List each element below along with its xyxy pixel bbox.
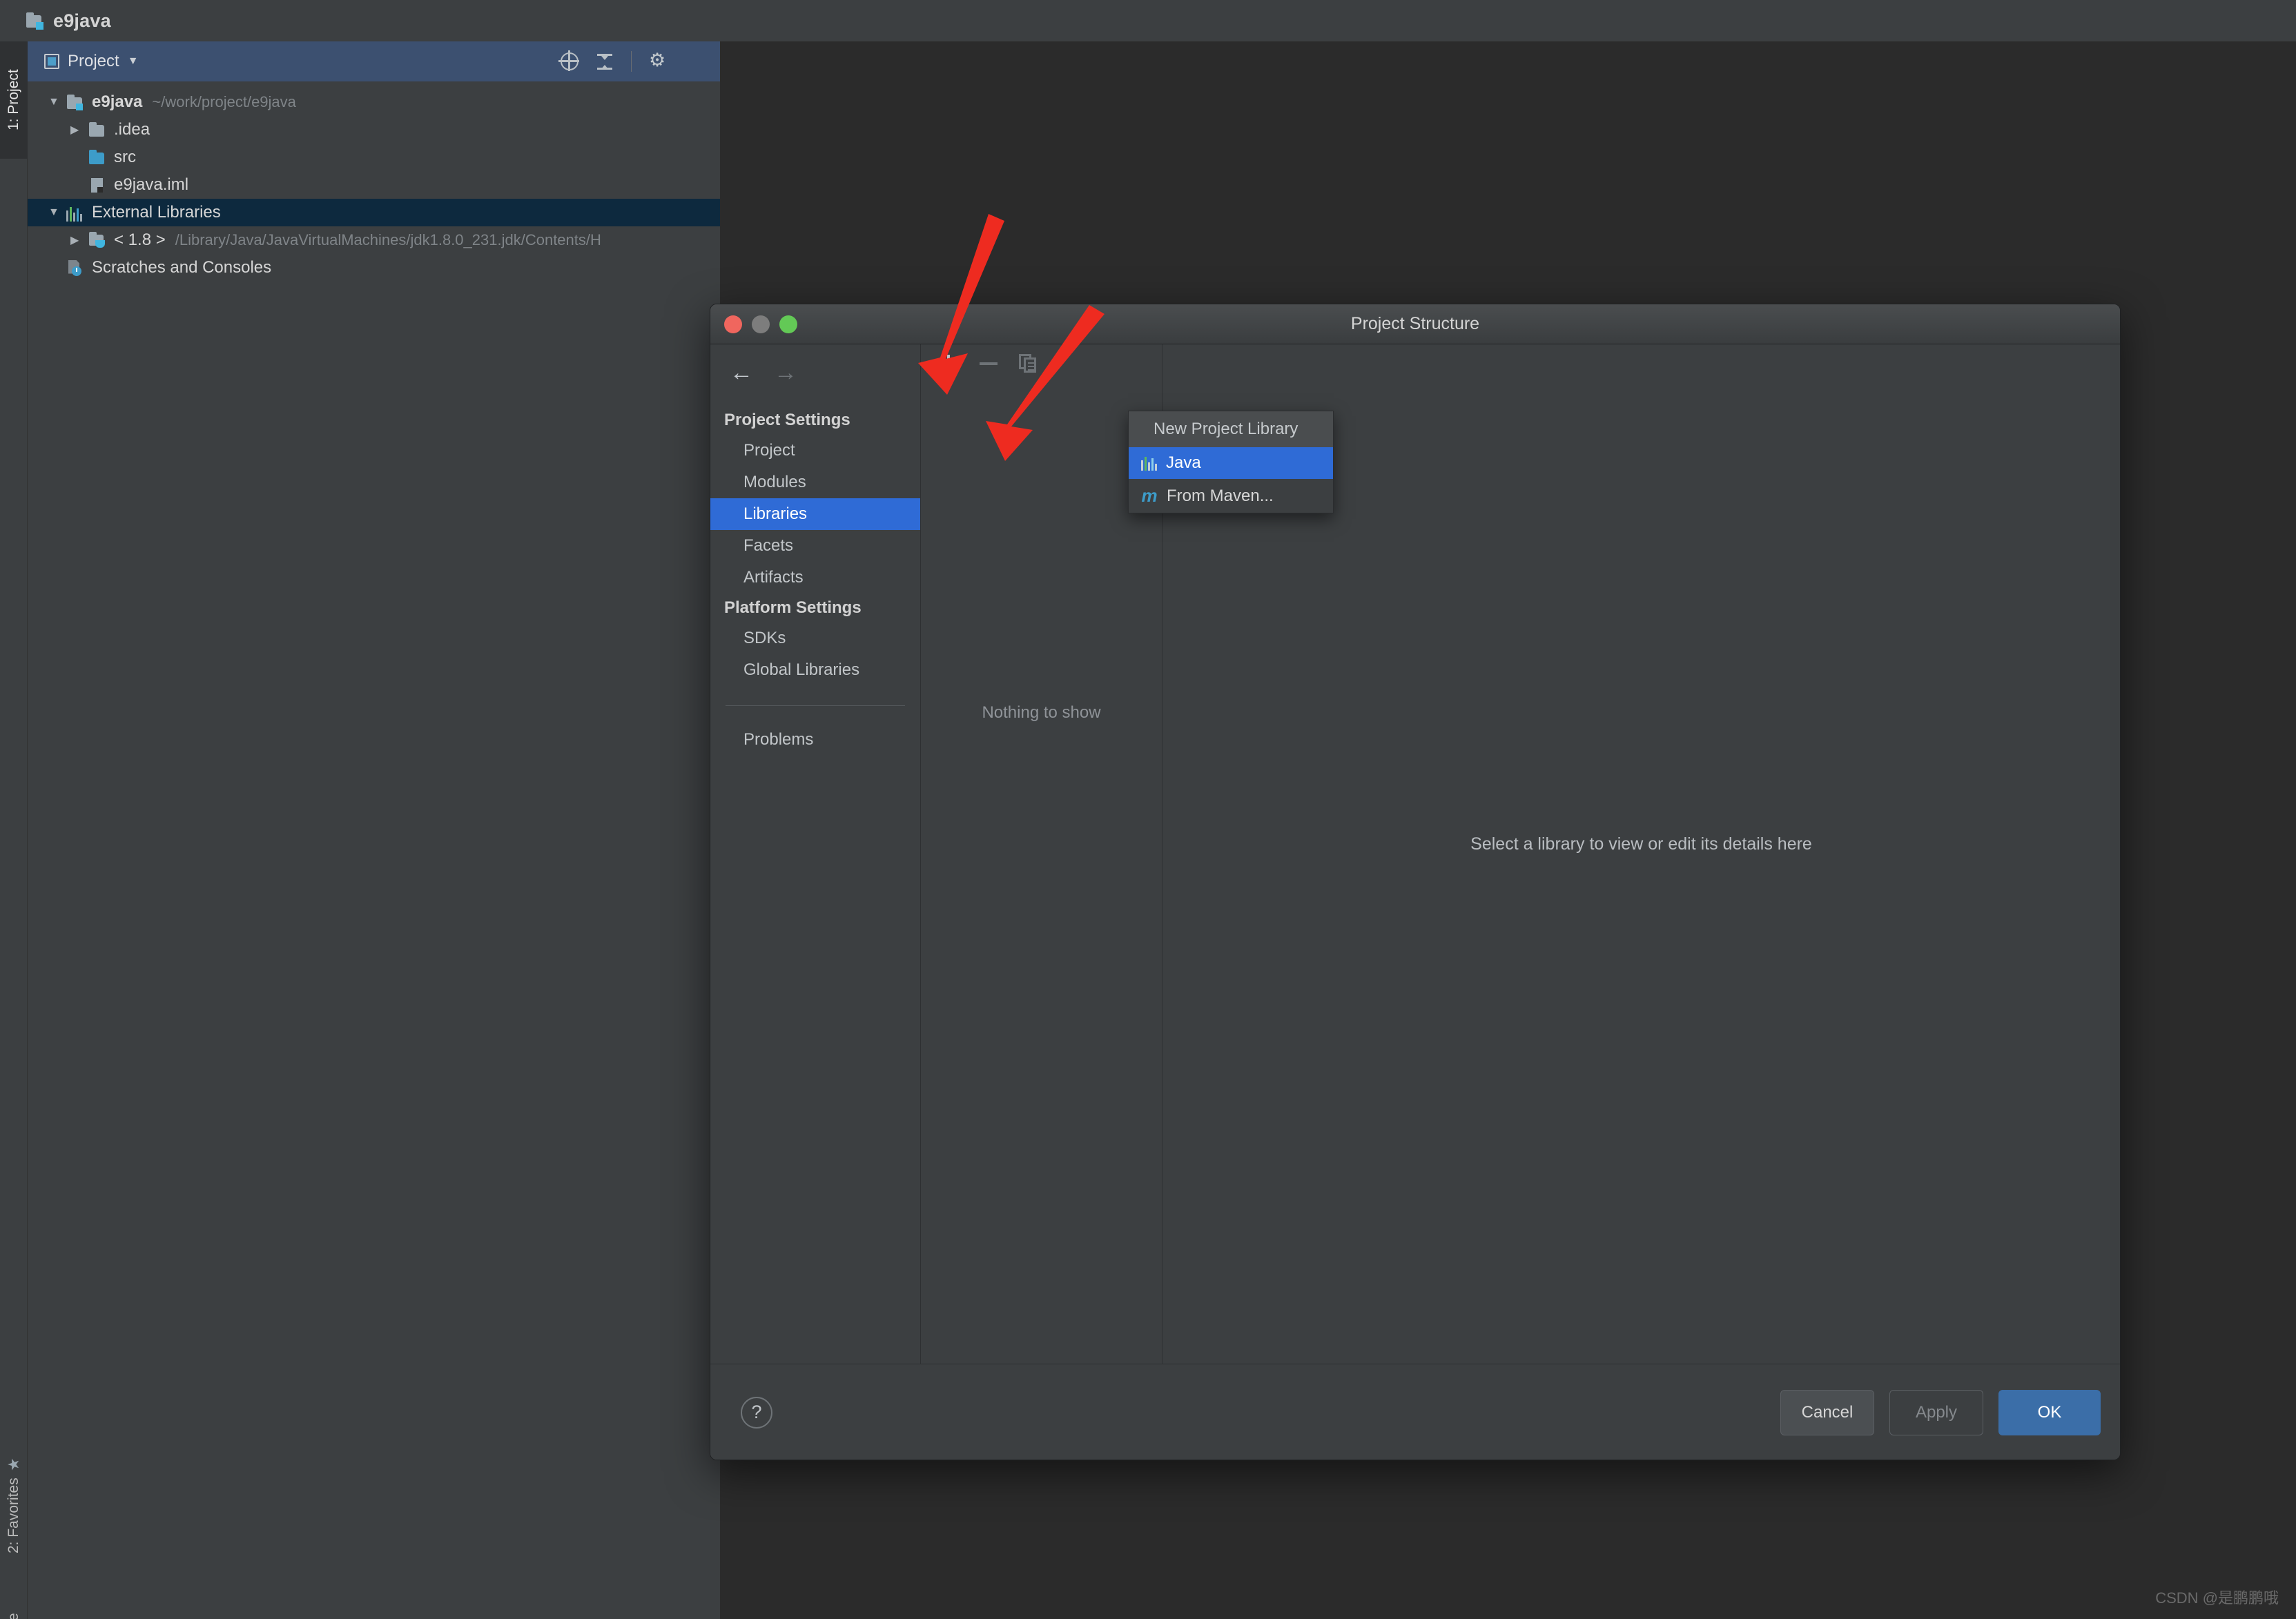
apply-button[interactable]: Apply bbox=[1889, 1390, 1983, 1435]
chevron-down-icon[interactable]: ▼ bbox=[128, 55, 139, 68]
tree-node-label: src bbox=[114, 148, 136, 167]
tree-node-path: /Library/Java/JavaVirtualMachines/jdk1.8… bbox=[175, 231, 601, 249]
copy-icon bbox=[1018, 353, 1040, 375]
twisty-icon[interactable]: ▼ bbox=[48, 96, 66, 108]
tool-tab-favorites-label: 2: Favorites bbox=[6, 1478, 22, 1554]
tree-row[interactable]: ▼ External Libraries bbox=[28, 199, 720, 226]
new-library-menu-header: New Project Library bbox=[1129, 411, 1333, 447]
twisty-icon[interactable]: ▼ bbox=[48, 206, 66, 219]
nav-item-project[interactable]: Project bbox=[710, 435, 920, 467]
tree-row[interactable]: Scratches and Consoles bbox=[28, 254, 720, 282]
tree-node-label: e9java.iml bbox=[114, 175, 188, 195]
tool-tab-structure-label: cture bbox=[6, 1613, 22, 1619]
project-panel-title: Project bbox=[68, 52, 119, 71]
project-folder-icon bbox=[26, 12, 46, 29]
nav-item-global-libraries[interactable]: Global Libraries bbox=[710, 654, 920, 686]
libraries-toolbar bbox=[921, 344, 1162, 383]
help-button[interactable]: ? bbox=[741, 1397, 772, 1429]
project-view-icon bbox=[44, 54, 59, 69]
tool-tab-favorites[interactable]: 2: Favorites ★ bbox=[0, 1442, 28, 1567]
twisty-icon[interactable]: ▶ bbox=[70, 123, 88, 137]
new-library-menu: New Project Library Java m From Maven... bbox=[1128, 411, 1334, 513]
nav-item-facets[interactable]: Facets bbox=[710, 530, 920, 562]
tree-row[interactable]: ▼ e9java ~/work/project/e9java bbox=[28, 88, 720, 116]
tree-row[interactable]: ▶ .idea bbox=[28, 116, 720, 144]
library-detail-empty-text: Select a library to view or edit its det… bbox=[1162, 834, 2120, 854]
settings-nav-list: Project Settings Project Modules Librari… bbox=[710, 406, 920, 756]
minus-icon bbox=[977, 353, 1000, 375]
libraries-empty-text: Nothing to show bbox=[921, 703, 1162, 723]
locate-icon[interactable] bbox=[561, 52, 578, 70]
tree-node-path: ~/work/project/e9java bbox=[152, 93, 296, 111]
tree-node-label: e9java bbox=[92, 92, 142, 112]
twisty-icon[interactable]: ▶ bbox=[70, 233, 88, 247]
dialog-nav-panel: ← → Project Settings Project Modules Lib… bbox=[710, 344, 921, 1364]
folder-icon bbox=[88, 121, 107, 139]
nav-item-libraries[interactable]: Libraries bbox=[710, 498, 920, 530]
menu-item-java[interactable]: Java bbox=[1129, 447, 1333, 479]
libraries-list-panel: Nothing to show New Project Library Java… bbox=[921, 344, 1162, 1364]
nav-item-artifacts[interactable]: Artifacts bbox=[710, 562, 920, 593]
dialog-title: Project Structure bbox=[710, 314, 2120, 334]
tree-row[interactable]: e9java.iml bbox=[28, 171, 720, 199]
watermark: CSDN @是鹏鹏哦 bbox=[2155, 1586, 2279, 1608]
java-library-icon bbox=[1141, 455, 1157, 471]
tree-row[interactable]: src bbox=[28, 144, 720, 171]
tool-window-strip: 1: Project 2: Favorites ★ cture bbox=[0, 41, 28, 1619]
minimize-icon[interactable] bbox=[687, 51, 708, 72]
dialog-titlebar: Project Structure bbox=[710, 304, 2120, 344]
tree-node-label: Scratches and Consoles bbox=[92, 258, 271, 277]
toolbar-divider bbox=[631, 51, 632, 72]
cancel-button[interactable]: Cancel bbox=[1780, 1390, 1874, 1435]
tree-node-label: External Libraries bbox=[92, 203, 221, 222]
menu-item-from-maven[interactable]: m From Maven... bbox=[1129, 479, 1333, 513]
nav-group-project-settings: Project Settings bbox=[710, 406, 920, 435]
plus-icon[interactable] bbox=[937, 353, 960, 375]
menu-item-from-maven-label: From Maven... bbox=[1167, 487, 1274, 506]
nav-item-problems[interactable]: Problems bbox=[710, 724, 920, 756]
tree-node-label: .idea bbox=[114, 120, 150, 139]
ide-titlebar: e9java bbox=[0, 0, 2296, 41]
tool-tab-structure[interactable]: cture bbox=[0, 1598, 28, 1619]
arrow-right-icon[interactable]: → bbox=[774, 360, 797, 386]
project-panel-header: Project ▼ ⚙ bbox=[28, 41, 720, 81]
ide-window-title: e9java bbox=[53, 10, 111, 32]
nav-separator bbox=[726, 705, 905, 706]
menu-item-java-label: Java bbox=[1166, 453, 1201, 473]
arrow-left-icon[interactable]: ← bbox=[730, 360, 753, 386]
jdk-icon bbox=[88, 232, 107, 249]
tree-row[interactable]: ▶ < 1.8 > /Library/Java/JavaVirtualMachi… bbox=[28, 226, 720, 254]
app-root: e9java 1: Project 2: Favorites ★ cture P… bbox=[0, 0, 2296, 1619]
star-icon: ★ bbox=[5, 1458, 23, 1471]
project-tree: ▼ e9java ~/work/project/e9java ▶ .idea s… bbox=[28, 81, 720, 282]
tool-tab-project[interactable]: 1: Project bbox=[0, 41, 28, 159]
project-tool-window: Project ▼ ⚙ ▼ e9java ~/work/project/e9ja… bbox=[28, 41, 720, 1619]
libraries-icon bbox=[66, 204, 85, 222]
nav-item-sdks[interactable]: SDKs bbox=[710, 622, 920, 654]
scratches-icon bbox=[66, 259, 85, 277]
collapse-all-icon[interactable] bbox=[596, 52, 614, 70]
source-folder-icon bbox=[88, 149, 107, 166]
dialog-footer: ? Cancel Apply OK bbox=[710, 1364, 2120, 1460]
nav-group-platform-settings: Platform Settings bbox=[710, 593, 920, 622]
nav-item-modules[interactable]: Modules bbox=[710, 467, 920, 498]
maven-icon: m bbox=[1141, 485, 1158, 507]
ok-button[interactable]: OK bbox=[1998, 1390, 2101, 1435]
project-structure-dialog: Project Structure ← → Project Settings P… bbox=[710, 304, 2121, 1460]
tool-tab-project-label: 1: Project bbox=[6, 70, 22, 131]
gear-icon[interactable]: ⚙ bbox=[649, 51, 670, 72]
dialog-body: ← → Project Settings Project Modules Lib… bbox=[710, 344, 2120, 1364]
iml-file-icon bbox=[88, 177, 107, 194]
tree-node-label: < 1.8 > bbox=[114, 230, 166, 250]
module-folder-icon bbox=[66, 94, 85, 111]
